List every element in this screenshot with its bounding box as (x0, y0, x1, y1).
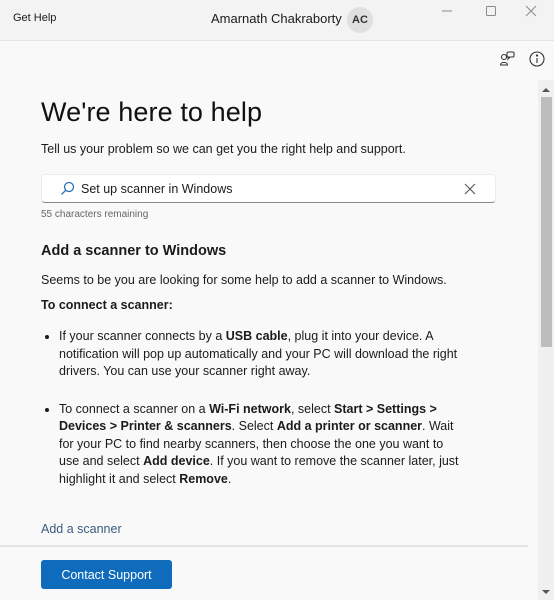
scroll-down-button[interactable] (538, 584, 554, 600)
emphasized-text: Wi-Fi network (209, 401, 291, 416)
info-button[interactable] (528, 50, 546, 73)
scroll-up-button[interactable] (538, 82, 554, 98)
instruction-text: To connect a scanner on a (59, 401, 210, 416)
page-subtitle: Tell us your problem so we can get you t… (41, 142, 406, 156)
user-name[interactable]: Amarnath Chakraborty (211, 11, 342, 26)
clear-search-button[interactable] (463, 182, 477, 196)
answer-title: Add a scanner to Windows (41, 243, 227, 259)
header: We're here to help Tell us your problem … (41, 97, 496, 156)
emphasized-text: Remove (179, 471, 228, 486)
app-title: Get Help (13, 12, 57, 24)
search-icon (60, 181, 75, 196)
instruction-item: To connect a scanner on a Wi-Fi network,… (41, 401, 461, 489)
search-box[interactable] (41, 174, 496, 203)
emphasized-text: USB cable (225, 329, 288, 343)
instruction-item: If your scanner connects by a USB cable,… (41, 328, 461, 381)
scroll-thumb[interactable] (541, 97, 552, 347)
minimize-icon (441, 4, 453, 22)
instruction-text: If your scanner connects by a (59, 329, 226, 343)
scrollbar[interactable] (538, 80, 554, 600)
characters-remaining: 55 characters remaining (41, 209, 149, 220)
arrow-down-icon (542, 590, 550, 594)
close-icon (525, 4, 537, 22)
community-button[interactable] (498, 50, 516, 73)
avatar-initials: AC (352, 14, 368, 26)
emphasized-text: Add device (143, 454, 210, 468)
info-icon (528, 50, 546, 73)
community-icon (498, 50, 516, 73)
answer-section: Add a scanner to Windows Seems to be you… (41, 243, 461, 508)
search-input[interactable] (81, 181, 451, 196)
answer-intro: Seems to be you are looking for some hel… (41, 273, 447, 287)
instruction-list: If your scanner connects by a USB cable,… (41, 328, 461, 488)
maximize-icon (485, 4, 497, 22)
emphasized-text: Add a printer or scanner (276, 419, 423, 433)
avatar[interactable]: AC (347, 7, 373, 33)
close-button[interactable] (508, 0, 554, 26)
title-bar: Get Help Amarnath Chakraborty AC (0, 0, 554, 41)
page-title: We're here to help (41, 97, 263, 127)
toolbar (498, 50, 546, 73)
minimize-button[interactable] (424, 0, 470, 26)
arrow-up-icon (542, 88, 550, 92)
contact-support-button[interactable]: Contact Support (41, 560, 172, 589)
answer-heading: To connect a scanner: (41, 298, 173, 312)
add-scanner-link[interactable]: Add a scanner (41, 522, 122, 536)
instruction-text: . (227, 471, 232, 486)
footer-divider (0, 545, 528, 547)
instruction-text: . Select (231, 419, 277, 433)
instruction-text: , select (290, 401, 335, 416)
clear-icon (463, 183, 477, 200)
